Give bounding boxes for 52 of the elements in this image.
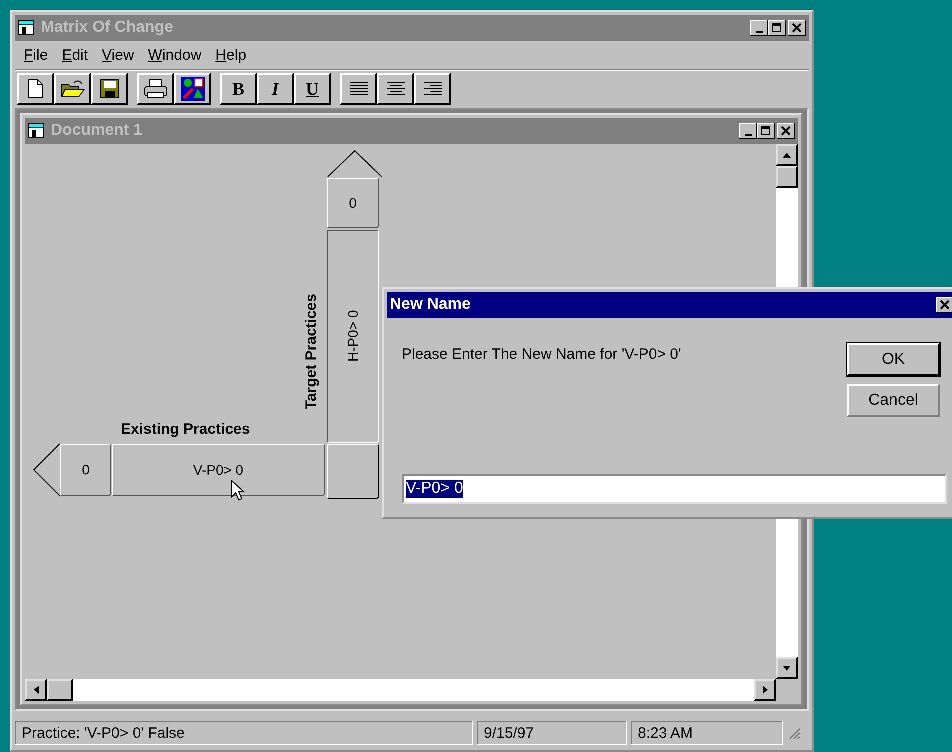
close-button[interactable]	[936, 297, 952, 313]
status-panel: 8:23 AM	[631, 721, 783, 745]
matrix-cell[interactable]	[327, 444, 379, 499]
prompt-text: Please Enter The New Name for 'V-P0> 0'	[402, 345, 682, 363]
axis-label: Target Practices	[303, 294, 320, 410]
save-icon[interactable]	[91, 73, 128, 105]
resize-grip-icon[interactable]	[787, 726, 801, 740]
practice-cell[interactable]: H-P0> 0	[327, 230, 379, 443]
app-icon	[18, 19, 36, 37]
status-panel: Practice: 'V-P0> 0' False	[15, 721, 473, 745]
menu-item[interactable]: Edit	[57, 44, 94, 66]
format-button[interactable]: U	[294, 73, 331, 105]
scroll-thumb[interactable]	[776, 166, 798, 188]
open-folder-icon[interactable]	[54, 73, 91, 105]
cursor-icon	[231, 480, 245, 502]
minimize-icon	[756, 30, 762, 32]
window-title: Matrix Of Change	[41, 19, 174, 37]
left-arrow-icon[interactable]	[34, 686, 38, 694]
right-arrow-icon[interactable]	[762, 686, 768, 694]
menu-item[interactable]: File	[19, 44, 54, 66]
shapes-icon[interactable]	[174, 73, 211, 105]
matrix-cell[interactable]: 0	[60, 444, 111, 496]
name-field[interactable]: V-P0> 0	[402, 474, 947, 504]
close-icon	[792, 23, 802, 33]
horizontal-scrollbar[interactable]	[25, 679, 776, 701]
new-file-icon[interactable]	[17, 73, 54, 105]
status-panel: 9/15/97	[477, 721, 627, 745]
print-icon[interactable]	[137, 73, 174, 105]
align-center-icon[interactable]	[377, 73, 414, 105]
down-arrow-icon[interactable]	[783, 666, 791, 670]
menu-item[interactable]: Help	[210, 44, 252, 66]
up-arrow-icon[interactable]	[783, 152, 791, 158]
app-icon	[28, 122, 46, 140]
format-button[interactable]: I	[257, 73, 294, 105]
axis-label: Existing Practices	[121, 421, 250, 438]
cancel-button[interactable]: Cancel	[847, 384, 940, 417]
document-title: Document 1	[51, 122, 144, 140]
scroll-thumb[interactable]	[47, 679, 73, 701]
minimize-icon	[744, 134, 752, 136]
matrix-cell[interactable]: 0	[327, 178, 379, 228]
close-icon	[781, 126, 791, 136]
maximize-icon	[760, 126, 772, 136]
close-icon	[940, 300, 950, 310]
practice-cell[interactable]: V-P0> 0	[112, 444, 325, 496]
format-button[interactable]: B	[220, 73, 257, 105]
menu-item[interactable]: Window	[143, 44, 207, 66]
align-right-icon[interactable]	[414, 73, 451, 105]
dialog-title: New Name	[390, 296, 472, 314]
maximize-icon	[772, 23, 782, 33]
ok-button[interactable]: OK	[847, 343, 940, 376]
align-left-icon[interactable]	[340, 73, 377, 105]
menu-item[interactable]: View	[97, 44, 140, 66]
